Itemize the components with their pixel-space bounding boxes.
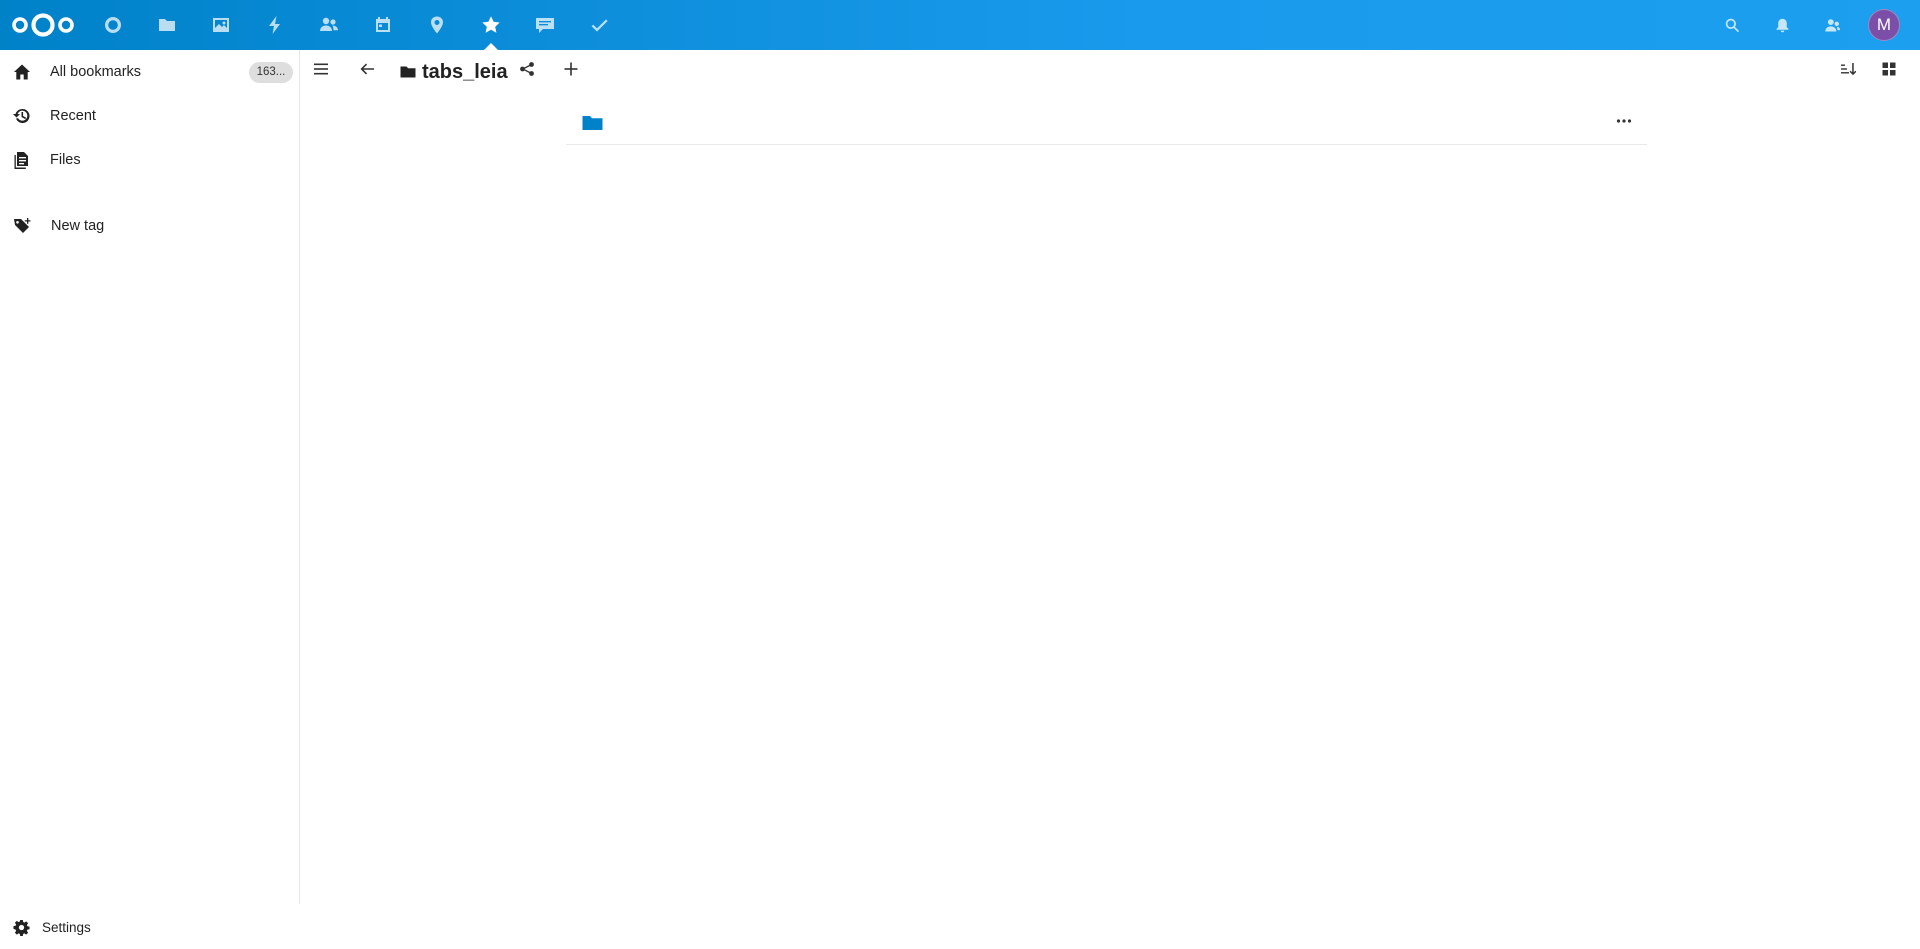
folder-icon xyxy=(582,113,603,133)
app-navigation: All bookmarks 163... Recent Files New ta… xyxy=(0,50,300,936)
current-folder-title: tabs_leia xyxy=(422,60,508,83)
list-item[interactable] xyxy=(566,100,1647,145)
more-horizontal-icon xyxy=(1616,113,1632,134)
sidebar-item-label: Files xyxy=(50,152,81,168)
back-button[interactable] xyxy=(350,54,384,88)
share-icon xyxy=(519,61,535,82)
home-icon xyxy=(13,63,31,81)
sort-button[interactable] xyxy=(1831,54,1865,88)
maps-app-icon[interactable] xyxy=(410,0,464,50)
dashboard-app-icon[interactable] xyxy=(86,0,140,50)
hamburger-menu-icon xyxy=(313,61,329,82)
sort-descending-icon xyxy=(1840,61,1857,82)
sidebar-item-label: New tag xyxy=(51,218,105,234)
tag-plus-icon xyxy=(13,217,31,235)
gear-icon xyxy=(13,919,30,936)
history-icon xyxy=(13,107,31,125)
sidebar-item-label: All bookmarks xyxy=(50,64,142,80)
sidebar-item-recent[interactable]: Recent xyxy=(0,94,299,138)
nextcloud-logo-icon[interactable] xyxy=(11,12,75,38)
breadcrumb[interactable]: tabs_leia xyxy=(400,58,508,86)
calendar-app-icon[interactable] xyxy=(356,0,410,50)
arrow-left-icon xyxy=(359,61,375,82)
toggle-navigation-button[interactable] xyxy=(304,54,338,88)
talk-app-icon[interactable] xyxy=(518,0,572,50)
item-actions-button[interactable] xyxy=(1607,106,1641,140)
contacts-app-icon[interactable] xyxy=(302,0,356,50)
settings-label: Settings xyxy=(42,919,91,935)
file-icon xyxy=(13,151,31,169)
bookmark-count-badge: 163... xyxy=(249,62,293,83)
add-new-button[interactable] xyxy=(554,54,588,88)
sidebar-item-new-tag[interactable]: New tag xyxy=(0,204,299,248)
search-icon[interactable] xyxy=(1708,0,1756,50)
plus-icon xyxy=(563,61,579,82)
sidebar-item-all-bookmarks[interactable]: All bookmarks 163... xyxy=(0,50,299,94)
user-avatar[interactable]: M xyxy=(1868,9,1900,41)
tasks-app-icon[interactable] xyxy=(572,0,626,50)
grid-icon xyxy=(1881,61,1897,82)
top-header: M xyxy=(0,0,1920,50)
sidebar-item-label: Recent xyxy=(50,108,96,124)
photos-app-icon[interactable] xyxy=(194,0,248,50)
settings-button[interactable]: Settings xyxy=(0,905,299,949)
folder-icon xyxy=(400,66,416,78)
contacts-menu-icon[interactable] xyxy=(1808,0,1856,50)
activity-app-icon[interactable] xyxy=(248,0,302,50)
bookmarks-app-icon[interactable] xyxy=(464,0,518,50)
grid-view-toggle-button[interactable] xyxy=(1872,54,1906,88)
share-folder-button[interactable] xyxy=(510,54,544,88)
notifications-bell-icon[interactable] xyxy=(1758,0,1806,50)
sidebar-item-files[interactable]: Files xyxy=(0,138,299,182)
files-app-icon[interactable] xyxy=(140,0,194,50)
